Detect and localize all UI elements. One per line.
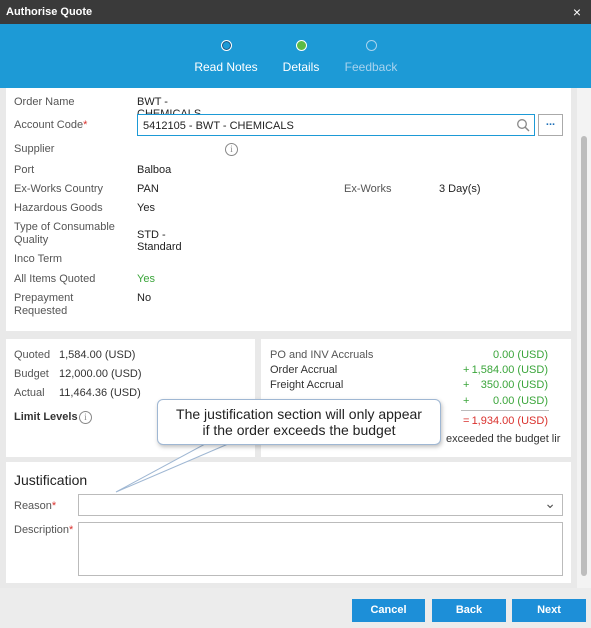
callout-tooltip: The justification section will only appe… [157, 399, 441, 445]
dialog-footer: Cancel Back Next [0, 588, 591, 628]
callout-line-1: The justification section will only appe… [176, 406, 422, 422]
cancel-button[interactable]: Cancel [352, 599, 425, 622]
back-button[interactable]: Back [432, 599, 506, 622]
next-button[interactable]: Next [512, 599, 586, 622]
callout-pointer [115, 443, 229, 493]
callout-line-2: if the order exceeds the budget [202, 422, 396, 438]
